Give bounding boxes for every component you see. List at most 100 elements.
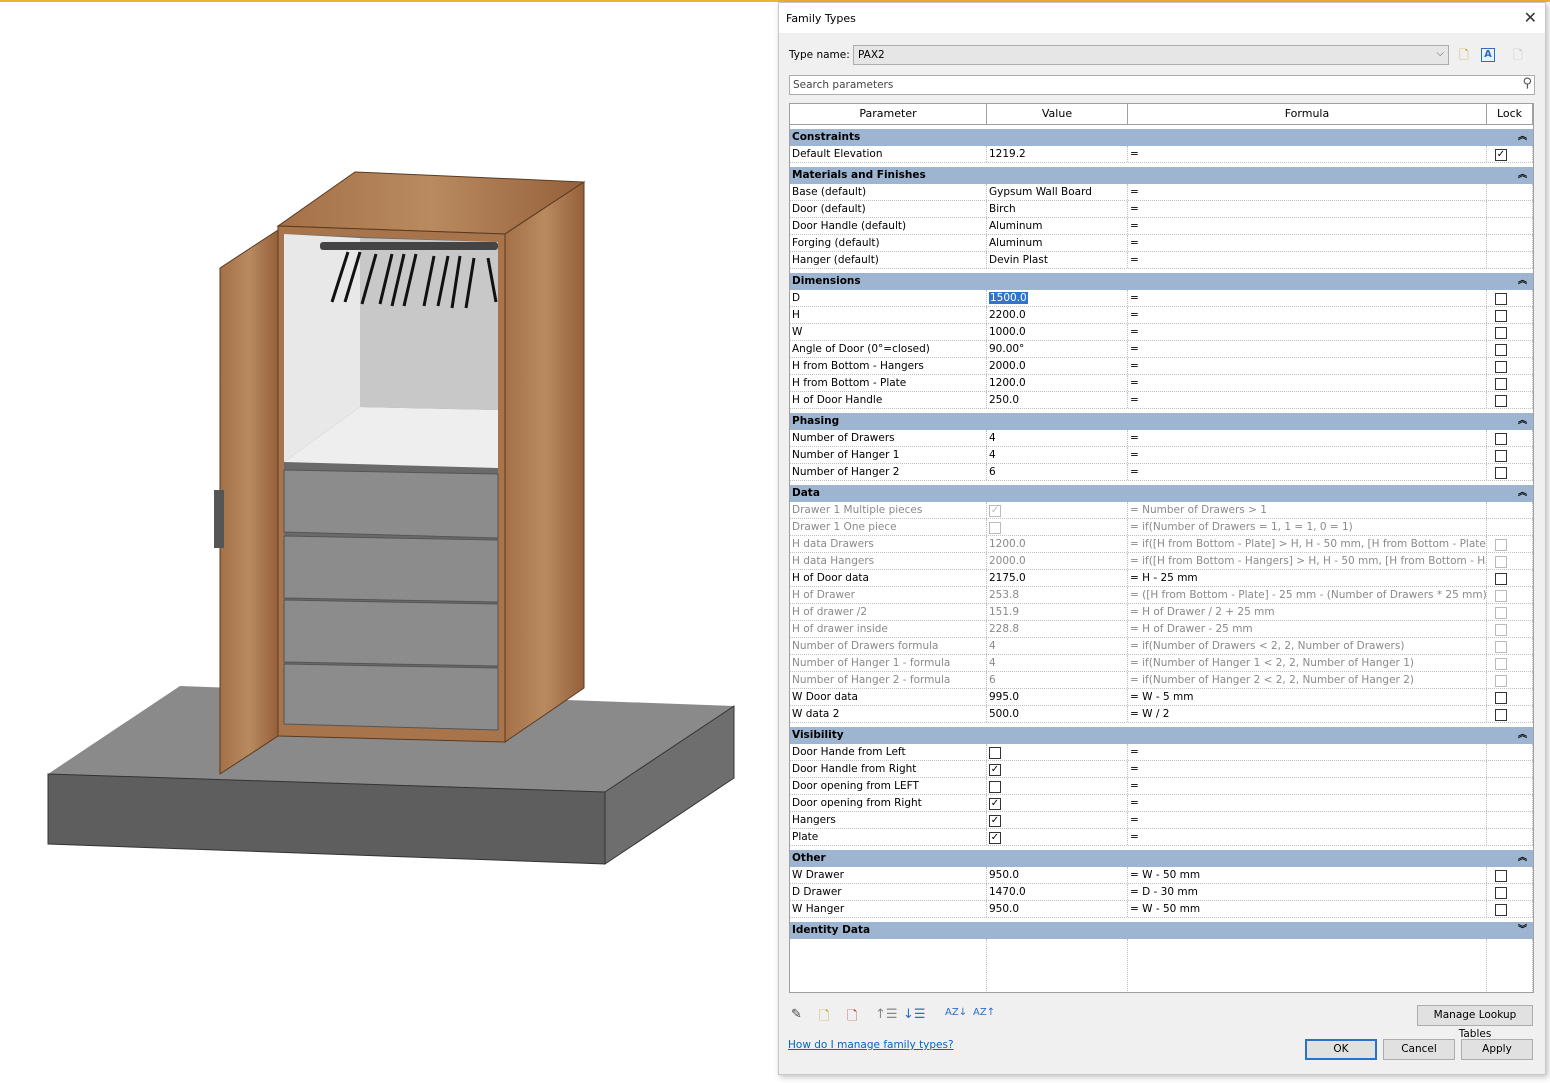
parameter-name[interactable]: Angle of Door (0°=closed) xyxy=(790,341,987,357)
value-checkbox[interactable]: ✓ xyxy=(989,797,1001,810)
lock-checkbox[interactable] xyxy=(1495,589,1507,602)
parameter-value[interactable]: Aluminum xyxy=(987,235,1128,251)
sort-descending-icon[interactable]: AZ↑ xyxy=(973,1007,995,1018)
parameter-value[interactable]: 1200.0 xyxy=(987,536,1128,552)
parameter-formula[interactable]: = xyxy=(1128,324,1487,340)
parameter-name[interactable]: D xyxy=(790,290,987,306)
parameter-formula[interactable]: = xyxy=(1128,290,1487,306)
parameter-value[interactable]: 950.0 xyxy=(987,867,1128,883)
parameter-value[interactable]: ✓ xyxy=(987,829,1128,845)
group-header-phasing[interactable]: Phasing ︽ xyxy=(790,413,1533,430)
parameter-name[interactable]: Forging (default) xyxy=(790,235,987,251)
parameter-formula[interactable]: = xyxy=(1128,829,1487,845)
parameter-name[interactable]: W data 2 xyxy=(790,706,987,722)
chevron-double-up-icon[interactable]: ︽ xyxy=(1518,413,1527,430)
parameter-value[interactable]: 2200.0 xyxy=(987,307,1128,323)
parameter-formula[interactable]: = xyxy=(1128,375,1487,391)
parameter-formula[interactable]: = D - 30 mm xyxy=(1128,884,1487,900)
parameter-formula[interactable]: = W / 2 xyxy=(1128,706,1487,722)
parameter-formula[interactable]: = if(Number of Drawers = 1, 1 = 1, 0 = 1… xyxy=(1128,519,1487,535)
chevron-double-up-icon[interactable]: ︽ xyxy=(1518,129,1527,146)
group-header-identity-data[interactable]: Identity Data ︾ xyxy=(790,922,1533,939)
lock-checkbox[interactable] xyxy=(1495,691,1507,704)
group-header-dimensions[interactable]: Dimensions ︽ xyxy=(790,273,1533,290)
chevron-double-up-icon[interactable]: ︽ xyxy=(1518,850,1527,867)
value-checkbox[interactable] xyxy=(989,521,1001,534)
parameter-name[interactable]: H xyxy=(790,307,987,323)
parameter-formula[interactable]: = W - 5 mm xyxy=(1128,689,1487,705)
parameter-formula[interactable]: = W - 50 mm xyxy=(1128,867,1487,883)
parameter-name[interactable]: Door opening from Right xyxy=(790,795,987,811)
column-header-lock[interactable]: Lock xyxy=(1487,104,1533,124)
edit-icon[interactable]: ✎ xyxy=(791,1007,802,1022)
column-header-parameter[interactable]: Parameter xyxy=(790,104,987,124)
parameter-value[interactable]: 2000.0 xyxy=(987,358,1128,374)
value-checkbox[interactable] xyxy=(989,746,1001,759)
lock-checkbox[interactable] xyxy=(1495,309,1507,322)
parameter-value[interactable] xyxy=(987,778,1128,794)
parameter-formula[interactable]: = xyxy=(1128,184,1487,200)
search-parameters-input[interactable]: Search parameters ⚲ xyxy=(789,75,1535,95)
parameter-formula[interactable]: = H of Drawer - 25 mm xyxy=(1128,621,1487,637)
lock-checkbox[interactable] xyxy=(1495,394,1507,407)
lock-checkbox[interactable] xyxy=(1495,377,1507,390)
parameter-value[interactable]: Gypsum Wall Board xyxy=(987,184,1128,200)
lock-checkbox[interactable] xyxy=(1495,292,1507,305)
parameter-formula[interactable]: = xyxy=(1128,358,1487,374)
lock-checkbox[interactable] xyxy=(1495,343,1507,356)
delete-parameter-icon[interactable]: 🗋 xyxy=(847,1007,857,1029)
parameter-value[interactable]: 1500.0 xyxy=(987,290,1128,306)
parameter-formula[interactable]: = if(Number of Hanger 2 < 2, 2, Number o… xyxy=(1128,672,1487,688)
move-up-icon[interactable]: ↑☰ xyxy=(875,1007,898,1022)
parameter-value[interactable]: 500.0 xyxy=(987,706,1128,722)
parameter-name[interactable]: H of Door Handle xyxy=(790,392,987,408)
lock-checkbox[interactable] xyxy=(1495,708,1507,721)
parameter-value[interactable]: 6 xyxy=(987,672,1128,688)
parameter-value[interactable]: 2175.0 xyxy=(987,570,1128,586)
parameter-name[interactable]: H from Bottom - Hangers xyxy=(790,358,987,374)
value-checkbox[interactable]: ✓ xyxy=(989,504,1001,517)
parameter-name[interactable]: Number of Hanger 2 xyxy=(790,464,987,480)
chevron-double-down-icon[interactable]: ︾ xyxy=(1518,922,1527,939)
parameter-name[interactable]: W Hanger xyxy=(790,901,987,917)
parameter-name[interactable]: Default Elevation xyxy=(790,146,987,162)
parameter-value[interactable]: 151.9 xyxy=(987,604,1128,620)
parameter-formula[interactable]: = xyxy=(1128,146,1487,162)
lock-checkbox[interactable] xyxy=(1495,449,1507,462)
manage-lookup-tables-button[interactable]: Manage Lookup Tables xyxy=(1417,1005,1533,1040)
parameter-value[interactable]: ✓ xyxy=(987,761,1128,777)
close-icon[interactable]: ✕ xyxy=(1524,8,1537,27)
parameter-value[interactable]: 6 xyxy=(987,464,1128,480)
parameter-formula[interactable]: = H of Drawer / 2 + 25 mm xyxy=(1128,604,1487,620)
lock-checkbox[interactable] xyxy=(1495,886,1507,899)
parameter-formula[interactable]: = H - 25 mm xyxy=(1128,570,1487,586)
parameter-name[interactable]: Drawer 1 Multiple pieces xyxy=(790,502,987,518)
lock-checkbox[interactable] xyxy=(1495,640,1507,653)
parameter-formula[interactable]: = if(Number of Hanger 1 < 2, 2, Number o… xyxy=(1128,655,1487,671)
parameter-formula[interactable]: = xyxy=(1128,778,1487,794)
parameter-name[interactable]: Door opening from LEFT xyxy=(790,778,987,794)
parameter-value[interactable]: ✓ xyxy=(987,795,1128,811)
cancel-button[interactable]: Cancel xyxy=(1383,1039,1455,1060)
parameter-value[interactable]: 4 xyxy=(987,655,1128,671)
parameter-name[interactable]: H of Door data xyxy=(790,570,987,586)
parameter-value[interactable]: 1000.0 xyxy=(987,324,1128,340)
parameter-name[interactable]: Door Handle (default) xyxy=(790,218,987,234)
parameter-value[interactable] xyxy=(987,519,1128,535)
parameter-value[interactable]: 253.8 xyxy=(987,587,1128,603)
parameter-value[interactable]: 1200.0 xyxy=(987,375,1128,391)
parameter-value[interactable]: 4 xyxy=(987,638,1128,654)
parameter-name[interactable]: H of drawer /2 xyxy=(790,604,987,620)
parameter-name[interactable]: H of drawer inside xyxy=(790,621,987,637)
lock-checkbox[interactable] xyxy=(1495,360,1507,373)
parameter-formula[interactable]: = xyxy=(1128,252,1487,268)
help-link[interactable]: How do I manage family types? xyxy=(788,1039,954,1051)
value-checkbox[interactable]: ✓ xyxy=(989,814,1001,827)
lock-checkbox[interactable] xyxy=(1495,623,1507,636)
parameter-name[interactable]: H data Hangers xyxy=(790,553,987,569)
parameter-value[interactable]: Birch xyxy=(987,201,1128,217)
parameter-name[interactable]: Number of Drawers formula xyxy=(790,638,987,654)
parameter-name[interactable]: Hanger (default) xyxy=(790,252,987,268)
value-checkbox[interactable] xyxy=(989,780,1001,793)
parameter-formula[interactable]: = xyxy=(1128,392,1487,408)
